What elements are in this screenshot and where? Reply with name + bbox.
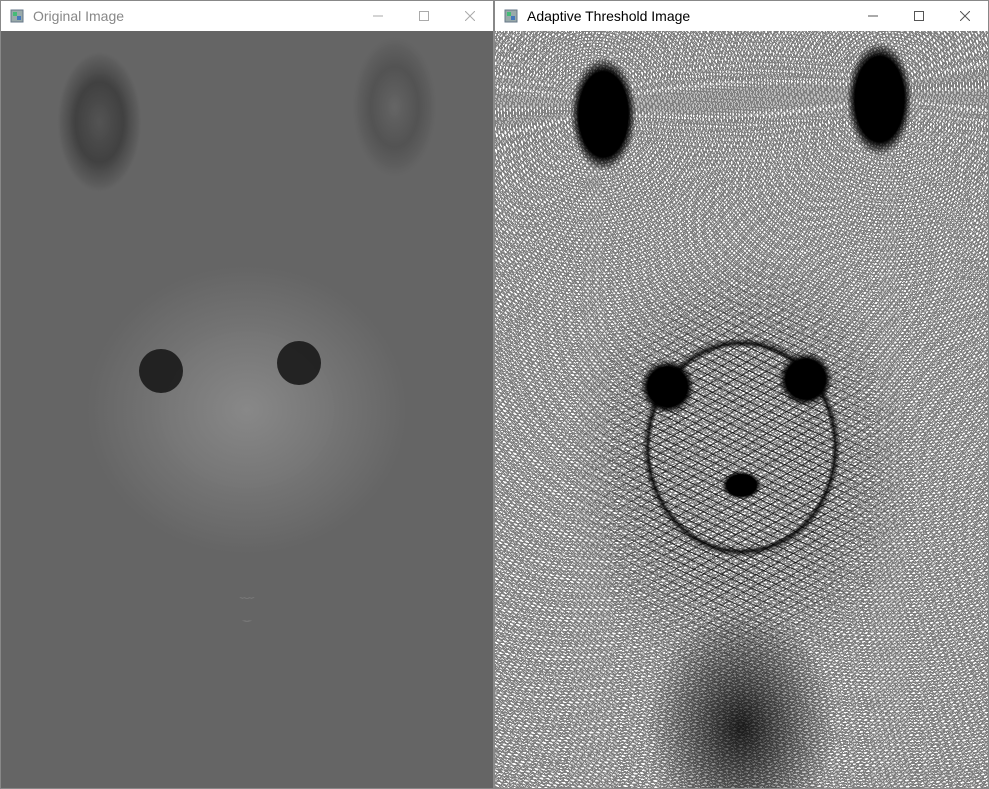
opencv-window-icon xyxy=(503,8,519,24)
cat-whiskers-overlay xyxy=(1,31,493,788)
window-title: Original Image xyxy=(33,8,355,24)
window-controls xyxy=(355,1,493,31)
threshold-cat-image xyxy=(495,31,988,788)
image-viewport-threshold: CSDN@栗生奘 xyxy=(495,31,988,788)
window-adaptive-threshold: Adaptive Threshold Image CSDN@栗生奘 xyxy=(494,0,989,789)
opencv-window-icon xyxy=(9,8,25,24)
window-controls xyxy=(850,1,988,31)
watermark-text: CSDN@栗生奘 xyxy=(894,765,980,782)
image-viewport-original xyxy=(1,31,493,788)
titlebar[interactable]: Adaptive Threshold Image xyxy=(495,1,988,31)
minimize-button[interactable] xyxy=(355,1,401,31)
maximize-button[interactable] xyxy=(401,1,447,31)
window-original-image: Original Image xyxy=(0,0,494,789)
maximize-button[interactable] xyxy=(896,1,942,31)
titlebar[interactable]: Original Image xyxy=(1,1,493,31)
close-button[interactable] xyxy=(942,1,988,31)
window-title: Adaptive Threshold Image xyxy=(527,8,850,24)
close-button[interactable] xyxy=(447,1,493,31)
threshold-noise-layer xyxy=(495,31,988,788)
minimize-button[interactable] xyxy=(850,1,896,31)
grayscale-cat-image xyxy=(1,31,493,788)
